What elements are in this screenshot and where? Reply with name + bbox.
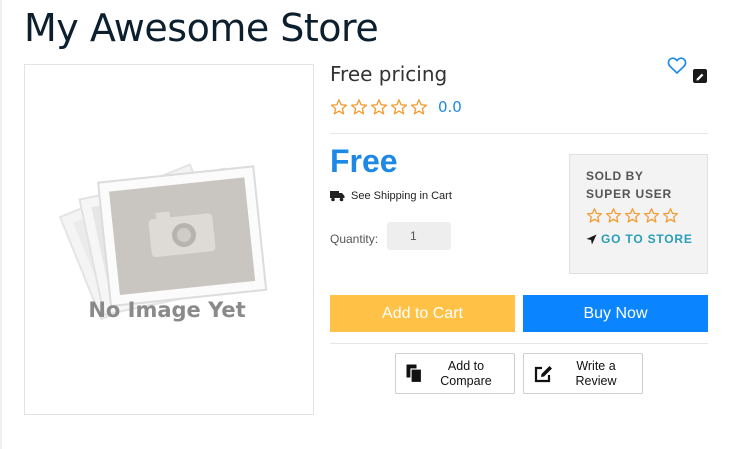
go-to-store-label: GO TO STORE (601, 232, 693, 246)
star-outline-icon (662, 208, 679, 223)
product-image[interactable]: No Image Yet (24, 64, 314, 415)
add-to-compare-label: Add to Compare (440, 358, 492, 388)
no-image-placeholder-icon: No Image Yet (58, 163, 268, 322)
no-image-text: No Image Yet (88, 298, 245, 322)
go-to-store-link[interactable]: GO TO STORE (586, 232, 707, 246)
star-outline-icon (643, 208, 660, 223)
write-review-button[interactable]: Write a Review (523, 353, 643, 394)
seller-box: SOLD BY SUPER USER GO TO STORE (569, 154, 708, 274)
star-outline-icon (624, 208, 641, 223)
star-outline-icon[interactable] (350, 98, 368, 116)
truck-icon (330, 191, 345, 202)
star-outline-icon[interactable] (330, 98, 348, 116)
star-outline-icon[interactable] (390, 98, 408, 116)
store-title: My Awesome Store (24, 6, 379, 50)
add-to-compare-button[interactable]: Add to Compare (395, 353, 515, 394)
product-name: Free pricing (330, 62, 448, 86)
seller-name: SUPER USER (586, 187, 673, 201)
sold-by-label: SOLD BY (586, 169, 644, 183)
star-outline-icon[interactable] (370, 98, 388, 116)
location-arrow-icon (586, 233, 597, 245)
shipping-text: See Shipping in Cart (351, 190, 452, 202)
seller-rating (586, 207, 707, 224)
divider (330, 343, 708, 344)
quantity-label: Quantity: (330, 232, 379, 246)
divider (330, 133, 708, 134)
heart-outline-icon[interactable] (667, 56, 687, 75)
copy-icon (406, 364, 422, 383)
write-review-label: Write a Review (575, 358, 617, 388)
star-outline-icon[interactable] (410, 98, 428, 116)
shipping-info: See Shipping in Cart (330, 190, 452, 202)
product-price: Free (330, 143, 398, 179)
page-left-border (0, 0, 2, 449)
edit-product-button[interactable] (693, 69, 707, 83)
star-outline-icon (605, 208, 622, 223)
rating-value: 0.0 (438, 98, 462, 116)
pencil-icon (696, 73, 704, 81)
add-to-cart-button[interactable]: Add to Cart (330, 295, 515, 332)
buy-now-button[interactable]: Buy Now (523, 295, 708, 332)
product-rating: 0.0 (330, 98, 462, 116)
quantity-input[interactable] (387, 222, 451, 250)
star-outline-icon (586, 208, 603, 223)
edit-square-icon (534, 365, 552, 382)
